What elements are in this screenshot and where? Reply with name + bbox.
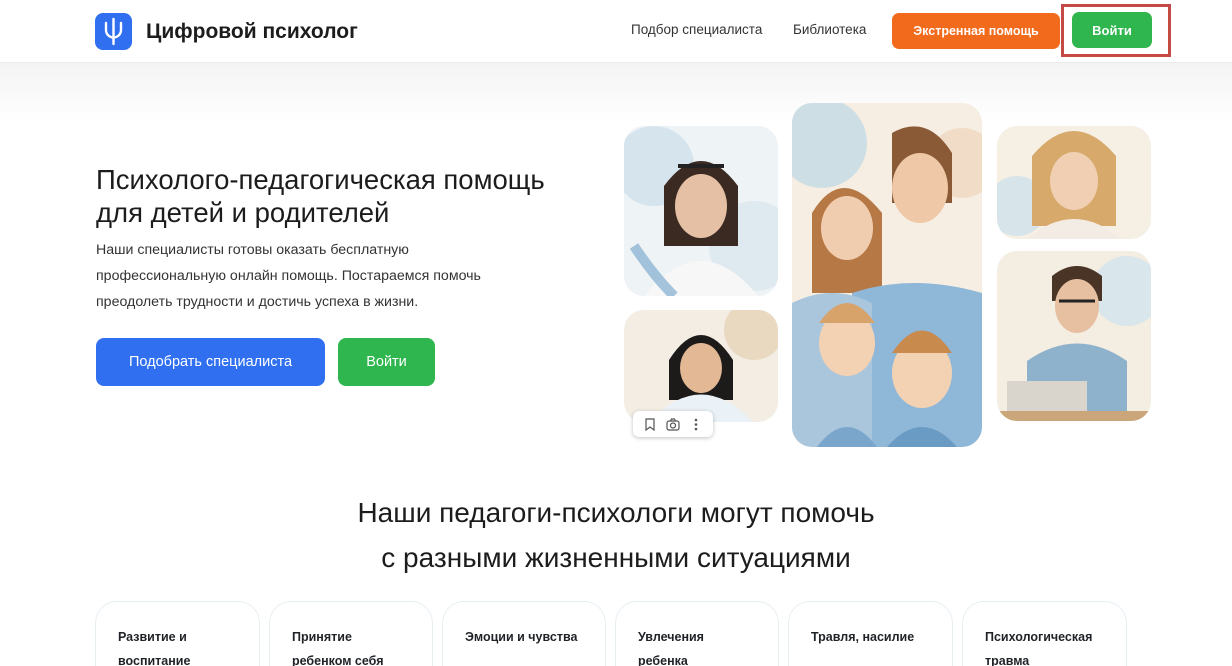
topic-card-label: Развитие и воспитание [118, 630, 191, 666]
topic-card-label: Психологическая травма [985, 630, 1093, 666]
topic-card-label: Эмоции и чувства [465, 630, 578, 644]
topic-card-hobbies[interactable]: Увлечения ребенка [615, 601, 779, 666]
photo-woman-doctor [624, 310, 778, 422]
emergency-help-button[interactable]: Экстренная помощь [892, 13, 1060, 49]
photo-woman-blonde [997, 126, 1151, 239]
topic-card-trauma[interactable]: Психологическая травма [962, 601, 1127, 666]
topic-card-label: Принятие ребенком себя [292, 630, 384, 666]
hero-title: Психолого-педагогическая помощь для дете… [96, 164, 545, 228]
topic-card-label: Увлечения ребенка [638, 630, 704, 666]
image-toolbar [633, 411, 713, 437]
photo-man-laptop [997, 251, 1151, 421]
section-title-line-2: с разными жизненными ситуациями [381, 542, 851, 573]
highlight-frame [1061, 4, 1171, 57]
camera-lens-icon[interactable] [664, 415, 682, 433]
login-button-hero[interactable]: Войти [338, 338, 435, 386]
photo-family [792, 103, 982, 447]
topic-card-self-acceptance[interactable]: Принятие ребенком себя [269, 601, 433, 666]
logo-text[interactable]: Цифровой психолог [146, 20, 358, 44]
logo-psi-icon[interactable] [95, 13, 132, 50]
hero-background [0, 63, 1232, 123]
topic-card-development[interactable]: Развитие и воспитание [95, 601, 260, 666]
section-title-line-1: Наши педагоги-психологи могут помочь [357, 497, 875, 528]
topic-card-bullying[interactable]: Травля, насилие [788, 601, 953, 666]
hero-description: Наши специалисты готовы оказать бесплатн… [96, 242, 481, 310]
topic-card-emotions[interactable]: Эмоции и чувства [442, 601, 606, 666]
section-title: Наши педагоги-психологи могут помочь с р… [0, 492, 1232, 579]
more-vertical-icon[interactable] [687, 415, 705, 433]
nav-link-library[interactable]: Библиотека [793, 22, 866, 37]
pick-specialist-button[interactable]: Подобрать специалиста [96, 338, 325, 386]
site-header: Цифровой психолог Подбор специалиста Биб… [0, 0, 1232, 63]
topic-card-label: Травля, насилие [811, 630, 915, 644]
photo-woman-glasses [624, 126, 778, 296]
bookmark-icon[interactable] [641, 415, 659, 433]
nav-link-pick-specialist[interactable]: Подбор специалиста [631, 22, 762, 37]
